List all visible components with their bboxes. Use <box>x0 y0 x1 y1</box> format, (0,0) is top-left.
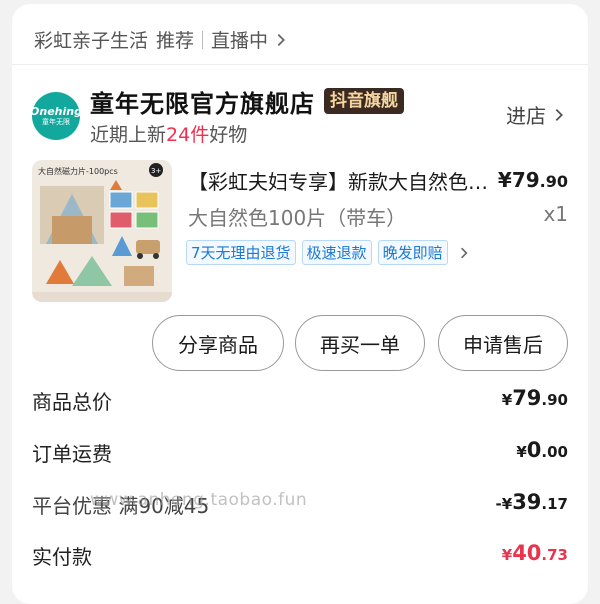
tag-late-compensation: 晚发即赔 <box>377 240 448 265</box>
summary-row-total: 商品总价 ¥79.90 <box>32 386 568 416</box>
price-decimal: .90 <box>539 172 568 191</box>
logo-text: Onehing <box>30 104 82 118</box>
thumb-header: 大自然磁力片-100pcs <box>38 166 118 176</box>
total-dec: .90 <box>541 391 568 409</box>
source-app-name: 彩虹亲子生活 <box>34 30 149 52</box>
buy-again-button[interactable]: 再买一单 <box>295 315 425 371</box>
shipping-currency: ¥ <box>516 443 527 461</box>
subtitle-suffix: 好物 <box>209 124 248 146</box>
shop-name[interactable]: 童年无限官方旗舰店 <box>90 84 315 119</box>
total-int: 79 <box>512 386 542 410</box>
section-divider <box>12 64 588 65</box>
divider-bar <box>202 30 204 49</box>
chevron-right-icon <box>460 247 468 258</box>
product-price: ¥79.90 <box>498 168 568 192</box>
subtitle-prefix: 近期上新 <box>90 124 167 146</box>
watermark: www.anheng.taobao.fun <box>90 490 308 510</box>
price-integer: ¥79 <box>497 168 540 192</box>
enter-store-label: 进店 <box>506 104 546 128</box>
live-status: 直播中 <box>211 30 269 52</box>
chevron-right-icon <box>277 33 286 46</box>
chevron-right-icon <box>555 108 563 121</box>
flagship-badge: 抖音旗舰 <box>324 88 404 114</box>
paid-value: ¥40.73 <box>502 541 568 565</box>
paid-currency: ¥ <box>501 546 513 564</box>
thumb-age: 3+ <box>151 167 161 175</box>
product-spec: 大自然色100片（带车） <box>188 206 407 230</box>
shipping-label: 订单运费 <box>32 442 112 466</box>
product-image: 大自然磁力片-100pcs 3+ <box>32 160 172 302</box>
product-title[interactable]: 【彩虹夫妇专享】新款大自然色100片（带车） <box>188 166 488 195</box>
shipping-int: 0 <box>526 438 542 462</box>
after-sale-button[interactable]: 申请售后 <box>438 315 568 371</box>
logo-subtext: 童年无限 <box>42 117 70 126</box>
order-card: 彩虹亲子生活 推荐 直播中 Onehing 童年无限 童年无限官方旗舰店 抖音旗… <box>12 4 588 604</box>
tag-return: 7天无理由退货 <box>186 240 296 265</box>
discount-int: 39 <box>512 490 542 514</box>
shipping-dec: .00 <box>541 443 568 461</box>
total-value: ¥79.90 <box>502 386 568 410</box>
share-product-button[interactable]: 分享商品 <box>152 315 284 371</box>
product-thumbnail[interactable]: 大自然磁力片-100pcs 3+ <box>32 160 172 302</box>
summary-row-paid: 实付款 ¥40.73 <box>32 541 568 571</box>
paid-dec: .73 <box>541 546 568 564</box>
service-tags[interactable]: 7天无理由退货 极速退款 晚发即赔 <box>186 240 472 265</box>
shop-logo[interactable]: Onehing 童年无限 <box>30 92 82 140</box>
new-items-count: 24件 <box>166 124 210 146</box>
discount-currency: -¥ <box>495 495 513 513</box>
source-line[interactable]: 彩虹亲子生活 推荐 直播中 <box>34 26 290 53</box>
shop-subtitle: 近期上新24件好物 <box>90 120 247 147</box>
total-currency: ¥ <box>501 391 513 409</box>
discount-dec: .17 <box>541 495 568 513</box>
paid-label: 实付款 <box>32 545 92 569</box>
tag-refund: 极速退款 <box>301 240 372 265</box>
source-category: 推荐 <box>156 30 195 52</box>
discount-value: -¥39.17 <box>496 490 568 514</box>
shipping-value: ¥0.00 <box>516 438 568 462</box>
paid-int: 40 <box>512 541 542 565</box>
enter-store-button[interactable]: 进店 <box>506 100 568 129</box>
summary-row-shipping: 订单运费 ¥0.00 <box>32 438 568 468</box>
total-label: 商品总价 <box>32 390 112 414</box>
product-quantity: x1 <box>543 202 568 226</box>
